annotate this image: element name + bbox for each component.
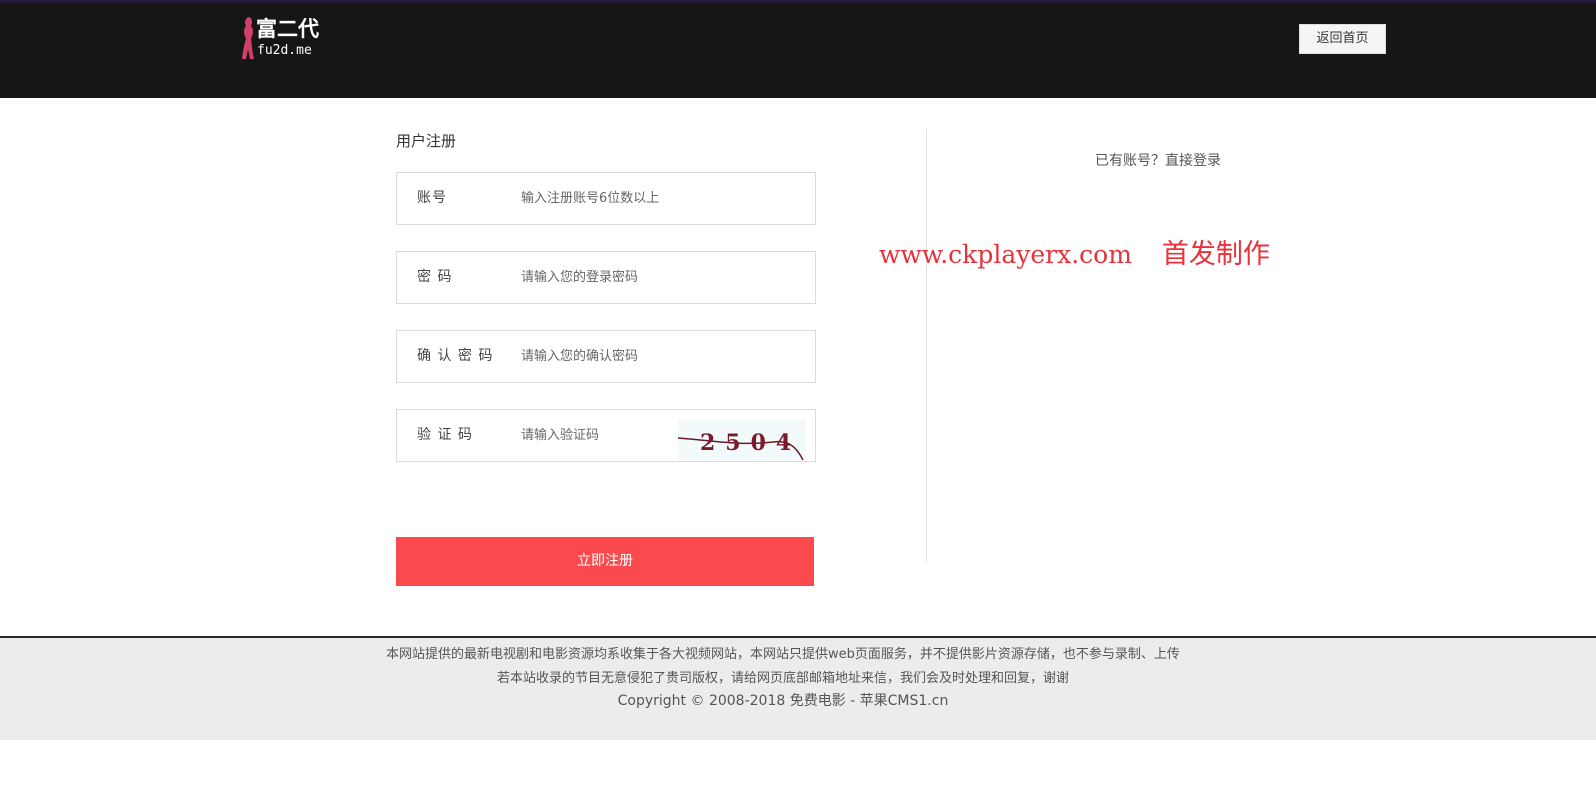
footer-disclaimer: 本网站提供的最新电视剧和电影资源均系收集于各大视频网站，本网站只提供web页面服… <box>386 647 1180 662</box>
watermark-text: 首发制作 <box>1161 239 1270 270</box>
logo-text-cn: 富二代 <box>256 16 319 41</box>
password-input[interactable] <box>521 252 791 303</box>
footer-copyright: Copyright © 2008-2018 免费电影 - 苹果CMS1.cn <box>617 693 949 709</box>
account-field: 账号 <box>396 172 816 225</box>
captcha-text: 2504 <box>700 430 801 456</box>
footer-copyright-notice: 若本站收录的节目无意侵犯了贵司版权，请给网页底部邮箱地址来信，我们会及时处理和回… <box>496 671 1069 686</box>
password-label: 密 码 <box>417 269 453 285</box>
account-label: 账号 <box>417 190 447 206</box>
confirm-password-label: 确 认 密 码 <box>417 348 494 364</box>
watermark: www.ckplayerx.com 首发制作 <box>879 232 1270 271</box>
register-submit-button[interactable]: 立即注册 <box>396 537 814 586</box>
confirm-password-input[interactable] <box>521 331 791 382</box>
confirm-password-field: 确 认 密 码 <box>396 330 816 383</box>
login-prompt: 已有账号？直接登录 <box>1095 150 1221 170</box>
vertical-divider <box>926 129 927 563</box>
captcha-label: 验 证 码 <box>417 427 473 443</box>
back-home-button[interactable]: 返回首页 <box>1299 24 1386 54</box>
login-prompt-text: 已有账号？ <box>1095 153 1165 169</box>
account-input[interactable] <box>521 173 791 224</box>
site-logo[interactable]: 富二代 fu2d.me <box>240 13 319 63</box>
watermark-url: www.ckplayerx.com <box>879 240 1132 269</box>
captcha-image[interactable]: 2504 <box>678 420 806 460</box>
direct-login-link[interactable]: 直接登录 <box>1165 153 1221 169</box>
register-title: 用户注册 <box>396 132 457 150</box>
site-footer: 本网站提供的最新电视剧和电影资源均系收集于各大视频网站，本网站只提供web页面服… <box>0 636 1596 740</box>
captcha-input[interactable] <box>521 410 671 461</box>
site-header: 富二代 fu2d.me 返回首页 <box>0 0 1596 98</box>
password-field: 密 码 <box>396 251 816 304</box>
logo-text-en: fu2d.me <box>257 43 312 58</box>
captcha-field: 验 证 码 2504 <box>396 409 816 462</box>
